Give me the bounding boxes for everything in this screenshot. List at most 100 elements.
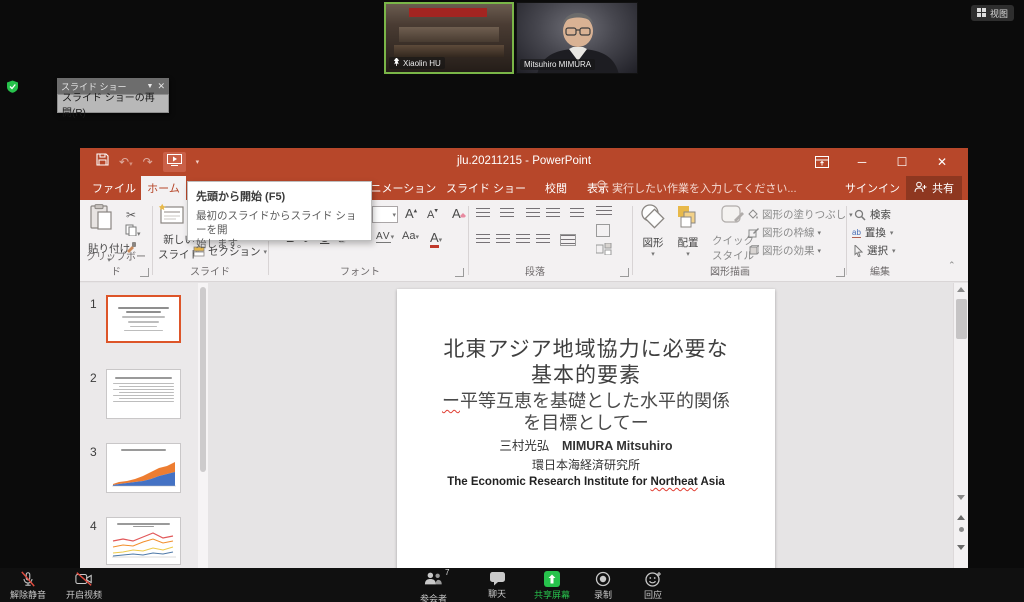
chat-button[interactable]: 聊天 (488, 571, 506, 600)
copy-icon[interactable]: ▾ (125, 223, 141, 241)
current-slide[interactable]: 北東アジア地域協力に必要な 基本的要素 ー平等互恵を基礎とした水平的関係 を目標… (397, 289, 775, 589)
participants-button[interactable]: 7 参会者 (420, 571, 447, 602)
ppt-content-area: 1 2 (80, 283, 968, 568)
increase-indent-icon[interactable] (546, 208, 560, 220)
character-spacing-icon[interactable]: AV▾ (376, 231, 395, 242)
tab-file[interactable]: ファイル (90, 176, 138, 200)
search-icon (854, 209, 866, 221)
align-right-icon[interactable] (516, 234, 530, 246)
paragraph-dialog-launcher[interactable] (620, 268, 629, 277)
slide-thumbnail-4[interactable] (106, 517, 181, 565)
video-tile-speaker[interactable]: Mitsuhiro MIMURA (516, 2, 638, 74)
thumbnail-scroll-thumb[interactable] (200, 287, 206, 472)
participants-icon: 7 (424, 571, 444, 591)
close-window-icon[interactable]: ✕ (922, 148, 962, 176)
browse-by-icon[interactable] (959, 527, 964, 532)
shrink-font-icon[interactable]: A▾ (427, 206, 438, 221)
find-button[interactable]: 検索 (854, 207, 891, 222)
shape-effects-button[interactable]: 図形の効果▾ (748, 243, 821, 258)
slide-affiliation-en: The Economic Research Institute for Nort… (397, 476, 775, 488)
group-label-paragraph: 段落 (515, 263, 555, 278)
ppt-titlebar[interactable]: ↶▾ ↷ ▾ jlu.20211215 - PowerPoint ─ ☐ ✕ (80, 148, 968, 176)
arrange-button[interactable]: 配置 ▾ (676, 204, 700, 258)
smartart-convert-icon[interactable] (596, 242, 612, 260)
zoom-meeting-screen: 视图 Xiaolin HU Mitsuhiro MIMURA スライド ショー (0, 0, 1024, 602)
minimize-icon[interactable]: ─ (842, 148, 882, 176)
text-direction-icon[interactable] (596, 206, 612, 218)
shape-fill-button[interactable]: 図形の塗りつぶし▾ (748, 207, 853, 222)
video-tile-classroom[interactable]: Xiaolin HU (384, 2, 514, 74)
share-screen-button[interactable]: 共享屏幕 (534, 571, 570, 601)
columns-icon[interactable] (560, 234, 576, 246)
unmute-button[interactable]: 解除静音 (10, 571, 46, 601)
tab-review[interactable]: 校閲 (536, 176, 576, 200)
collapse-ribbon-icon[interactable]: ⌃ (948, 260, 956, 271)
tab-slideshow[interactable]: スライド ショー (440, 176, 532, 200)
scroll-down-icon[interactable] (957, 495, 965, 500)
reactions-button[interactable]: 回应 (644, 571, 662, 601)
slideshow-tooltip: 先頭から開始 (F5) 最初のスライドからスライド ショーを開始します。 (187, 181, 372, 241)
powerpoint-window: ↶▾ ↷ ▾ jlu.20211215 - PowerPoint ─ ☐ ✕ フ… (80, 148, 968, 568)
arrange-icon (676, 204, 700, 230)
maximize-icon[interactable]: ☐ (882, 148, 922, 176)
thumbnail-number: 3 (90, 445, 97, 459)
line-spacing-icon[interactable] (570, 208, 584, 220)
replace-icon: ab (852, 228, 861, 238)
slide-thumbnail-1[interactable] (106, 295, 181, 343)
numbering-icon[interactable] (500, 208, 514, 220)
thumbnail-scrollbar[interactable] (198, 283, 208, 568)
tab-home[interactable]: ホーム (141, 176, 186, 200)
grid-view-icon (977, 8, 986, 19)
record-icon (595, 571, 611, 587)
slide-thumbnail-3[interactable] (106, 443, 181, 493)
microphone-muted-icon (20, 571, 36, 587)
grow-font-icon[interactable]: A▴ (405, 206, 417, 221)
font-dialog-launcher[interactable] (455, 268, 464, 277)
clipboard-dialog-launcher[interactable] (140, 268, 149, 277)
align-left-icon[interactable] (476, 234, 490, 246)
mini-area-chart (107, 454, 180, 488)
align-text-icon[interactable] (596, 224, 610, 237)
justify-icon[interactable] (536, 234, 550, 246)
sign-in-button[interactable]: サインイン (845, 176, 900, 200)
align-center-icon[interactable] (496, 234, 510, 246)
share-button[interactable]: 共有 (906, 176, 962, 200)
shapes-button[interactable]: 図形 ▾ (638, 204, 668, 258)
main-vertical-scrollbar[interactable] (953, 283, 968, 568)
thumbnail-content (107, 370, 180, 402)
ribbon-display-options-icon[interactable] (802, 148, 842, 176)
select-button[interactable]: 選択▾ (854, 243, 896, 258)
video-name-badge: Xiaolin HU (389, 57, 445, 69)
clipboard-icon (88, 204, 114, 234)
slide-thumbnail-2[interactable] (106, 369, 181, 419)
slideshow-popup: スライド ショー ▼ ✕ スライド ショーの再開(R) (57, 78, 169, 113)
font-color-icon[interactable]: A▾ (430, 230, 442, 245)
start-video-button[interactable]: 开启视频 (66, 571, 102, 601)
replace-button[interactable]: ab 置換▾ (852, 225, 893, 240)
security-shield-icon[interactable] (6, 80, 19, 93)
slide-author: 三村光弘 MIMURA Mitsuhiro (397, 435, 775, 454)
group-label-clipboard: クリップボード (84, 248, 148, 278)
previous-slide-icon[interactable] (957, 515, 965, 520)
participant-name: Xiaolin HU (403, 59, 441, 68)
scroll-thumb[interactable] (956, 299, 967, 339)
cut-icon[interactable]: ✂ (126, 206, 136, 224)
next-slide-icon[interactable] (957, 545, 965, 550)
change-case-icon[interactable]: Aa▾ (402, 230, 419, 242)
clear-formatting-icon[interactable]: A (452, 206, 467, 221)
bullets-icon[interactable] (476, 208, 490, 220)
drawing-dialog-launcher[interactable] (836, 268, 845, 277)
scroll-up-icon[interactable] (957, 287, 965, 292)
shape-outline-button[interactable]: 図形の枠線▾ (748, 225, 821, 240)
record-button[interactable]: 录制 (594, 571, 612, 601)
font-size-combobox[interactable]: ▾ (372, 206, 398, 223)
tell-me-box[interactable]: 実行したい作業を入力してください... (596, 176, 797, 200)
group-label-slides: スライド (180, 263, 240, 278)
pin-icon (393, 58, 400, 68)
window-controls: ─ ☐ ✕ (802, 148, 962, 176)
decrease-indent-icon[interactable] (526, 208, 540, 220)
slideshow-resume-menu-item[interactable]: スライド ショーの再開(R) (57, 94, 169, 113)
view-button[interactable]: 视图 (971, 5, 1014, 21)
group-label-font: フォント (330, 263, 390, 278)
slide-thumbnail-panel[interactable]: 1 2 (80, 283, 198, 568)
